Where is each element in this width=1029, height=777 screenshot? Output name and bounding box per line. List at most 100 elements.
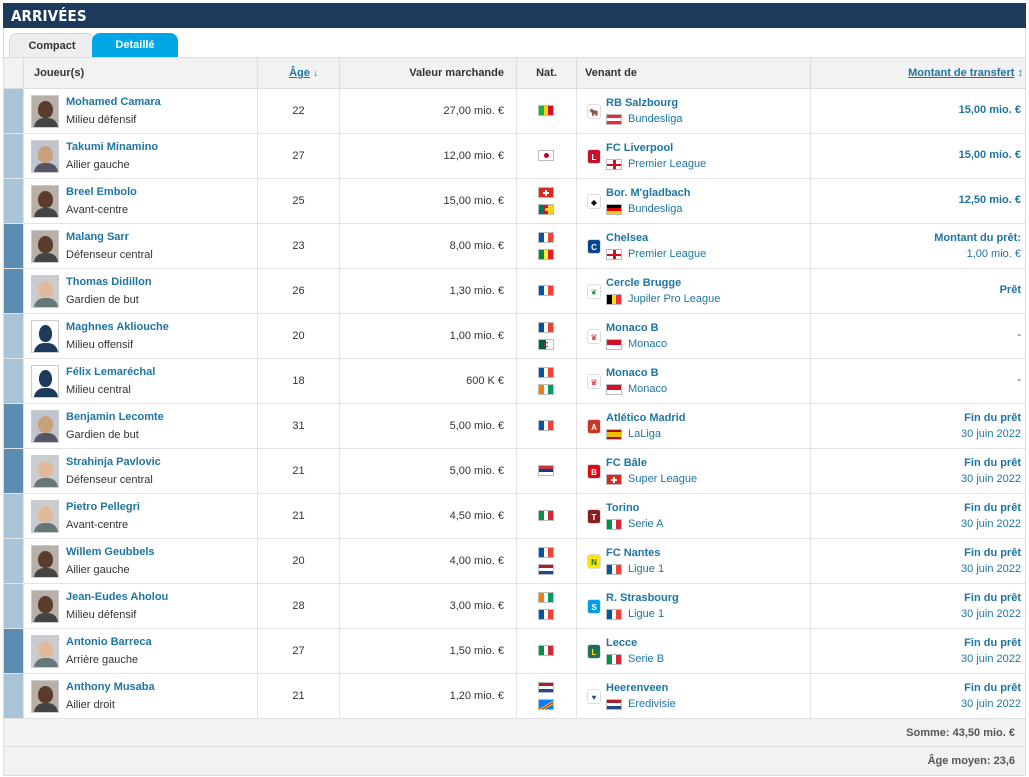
club-name-link[interactable]: FC Bâle — [606, 457, 647, 469]
player-name-link[interactable]: Malang Sarr — [66, 231, 129, 243]
player-photo-placeholder-icon[interactable] — [31, 320, 59, 353]
transfer-fee-detail[interactable]: 30 juin 2022 — [961, 563, 1021, 575]
transfer-fee-label[interactable]: Montant du prêt: — [934, 232, 1021, 244]
player-cell: Pietro Pellegri Avant-centre — [23, 494, 257, 538]
transfer-fee-label[interactable]: Fin du prêt — [964, 412, 1021, 424]
transfer-fee-detail[interactable]: 30 juin 2022 — [961, 428, 1021, 440]
club-crest-icon[interactable]: ♥ — [587, 689, 601, 704]
club-crest-icon[interactable]: S — [587, 599, 601, 614]
league-name-link[interactable]: Serie B — [628, 653, 664, 665]
club-name-link[interactable]: FC Liverpool — [606, 142, 673, 154]
club-crest-icon[interactable]: A — [587, 419, 601, 434]
club-crest-icon[interactable]: ♛ — [587, 329, 601, 344]
player-name-link[interactable]: Benjamin Lecomte — [66, 411, 164, 423]
flag-france-icon — [538, 547, 554, 558]
transfer-fee-detail[interactable]: 30 juin 2022 — [961, 473, 1021, 485]
player-name-link[interactable]: Strahinja Pavlovic — [66, 456, 161, 468]
club-crest-icon[interactable]: B — [587, 464, 601, 479]
transfer-fee-detail[interactable]: 30 juin 2022 — [961, 698, 1021, 710]
column-header-fee[interactable]: Montant de transfert ↕ — [810, 58, 1027, 90]
transfer-fee-detail[interactable]: 1,00 mio. € — [967, 248, 1021, 260]
player-photo[interactable] — [31, 185, 59, 218]
sort-fee-link[interactable]: Montant de transfert — [908, 67, 1014, 79]
player-name-link[interactable]: Breel Embolo — [66, 186, 137, 198]
player-name-link[interactable]: Pietro Pellegri — [66, 501, 140, 513]
player-name-link[interactable]: Félix Lemaréchal — [66, 366, 155, 378]
club-crest-icon[interactable]: ◆ — [587, 194, 601, 209]
league-name-link[interactable]: Jupiler Pro League — [628, 293, 720, 305]
column-header-age[interactable]: Âge ↓ — [257, 58, 339, 90]
league-name-link[interactable]: Ligue 1 — [628, 608, 664, 620]
club-crest-icon[interactable]: T — [587, 509, 601, 524]
league-name-link[interactable]: Eredivisie — [628, 698, 676, 710]
club-name-link[interactable]: Lecce — [606, 637, 637, 649]
player-photo[interactable] — [31, 500, 59, 533]
transfer-fee-label[interactable]: Fin du prêt — [964, 547, 1021, 559]
league-name-link[interactable]: Monaco — [628, 383, 667, 395]
player-name-link[interactable]: Thomas Didillon — [66, 276, 152, 288]
player-name-link[interactable]: Jean-Eudes Aholou — [66, 591, 168, 603]
club-name-link[interactable]: RB Salzbourg — [606, 97, 678, 109]
league-name-link[interactable]: Premier League — [628, 248, 706, 260]
player-name-link[interactable]: Antonio Barreca — [66, 636, 152, 648]
club-crest-icon[interactable]: N — [587, 554, 601, 569]
transfer-fee-detail[interactable]: 30 juin 2022 — [961, 518, 1021, 530]
club-name-link[interactable]: R. Strasbourg — [606, 592, 679, 604]
player-photo[interactable] — [31, 230, 59, 263]
club-name-link[interactable]: Monaco B — [606, 367, 659, 379]
league-name-link[interactable]: Serie A — [628, 518, 663, 530]
player-photo[interactable] — [31, 95, 59, 128]
club-name-link[interactable]: Cercle Brugge — [606, 277, 681, 289]
player-photo[interactable] — [31, 680, 59, 713]
transfer-fee-label[interactable]: Fin du prêt — [964, 457, 1021, 469]
club-crest-icon[interactable]: L — [587, 644, 601, 659]
player-photo[interactable] — [31, 140, 59, 173]
transfer-fee[interactable]: 15,00 mio. € — [959, 104, 1021, 116]
club-name-link[interactable]: Chelsea — [606, 232, 648, 244]
sort-age-link[interactable]: Âge — [289, 67, 310, 79]
club-name-link[interactable]: Heerenveen — [606, 682, 668, 694]
transfer-fee-label[interactable]: Fin du prêt — [964, 637, 1021, 649]
transfer-fee-label[interactable]: Fin du prêt — [964, 682, 1021, 694]
transfer-fee[interactable]: 15,00 mio. € — [959, 149, 1021, 161]
player-name-link[interactable]: Maghnes Akliouche — [66, 321, 169, 333]
league-name-link[interactable]: LaLiga — [628, 428, 661, 440]
league-name-link[interactable]: Monaco — [628, 338, 667, 350]
player-name-link[interactable]: Willem Geubbels — [66, 546, 155, 558]
transfer-fee-label[interactable]: Fin du prêt — [964, 502, 1021, 514]
player-name-link[interactable]: Takumi Minamino — [66, 141, 158, 153]
flag-france-icon — [538, 285, 554, 296]
player-name-link[interactable]: Mohamed Camara — [66, 96, 161, 108]
club-crest-icon[interactable]: ♛ — [587, 374, 601, 389]
player-photo[interactable] — [31, 545, 59, 578]
club-crest-icon[interactable]: 🐂 — [587, 104, 601, 119]
player-photo[interactable] — [31, 410, 59, 443]
club-crest-icon[interactable]: C — [587, 239, 601, 254]
transfer-fee-detail[interactable]: 30 juin 2022 — [961, 608, 1021, 620]
transfer-fee-detail[interactable]: 30 juin 2022 — [961, 653, 1021, 665]
club-name-link[interactable]: Atlético Madrid — [606, 412, 685, 424]
transfer-fee[interactable]: Prêt — [1000, 284, 1021, 296]
league-name-link[interactable]: Super League — [628, 473, 697, 485]
player-name-link[interactable]: Anthony Musaba — [66, 681, 155, 693]
player-photo[interactable] — [31, 455, 59, 488]
club-crest-icon[interactable]: ❦ — [587, 284, 601, 299]
flag-serbia-icon — [538, 465, 554, 476]
club-name-link[interactable]: Torino — [606, 502, 639, 514]
player-photo[interactable] — [31, 590, 59, 623]
club-name-link[interactable]: Bor. M'gladbach — [606, 187, 691, 199]
player-photo-placeholder-icon[interactable] — [31, 365, 59, 398]
league-name-link[interactable]: Bundesliga — [628, 203, 682, 215]
transfer-fee-label[interactable]: Fin du prêt — [964, 592, 1021, 604]
transfer-fee[interactable]: 12,50 mio. € — [959, 194, 1021, 206]
club-name-link[interactable]: Monaco B — [606, 322, 659, 334]
league-name-link[interactable]: Bundesliga — [628, 113, 682, 125]
club-crest-icon[interactable]: L — [587, 149, 601, 164]
league-name-link[interactable]: Ligue 1 — [628, 563, 664, 575]
tab-compact[interactable]: Compact — [9, 33, 95, 58]
player-photo[interactable] — [31, 275, 59, 308]
tab-detailed[interactable]: Detaillé — [92, 33, 178, 58]
league-name-link[interactable]: Premier League — [628, 158, 706, 170]
club-name-link[interactable]: FC Nantes — [606, 547, 660, 559]
player-photo[interactable] — [31, 635, 59, 668]
